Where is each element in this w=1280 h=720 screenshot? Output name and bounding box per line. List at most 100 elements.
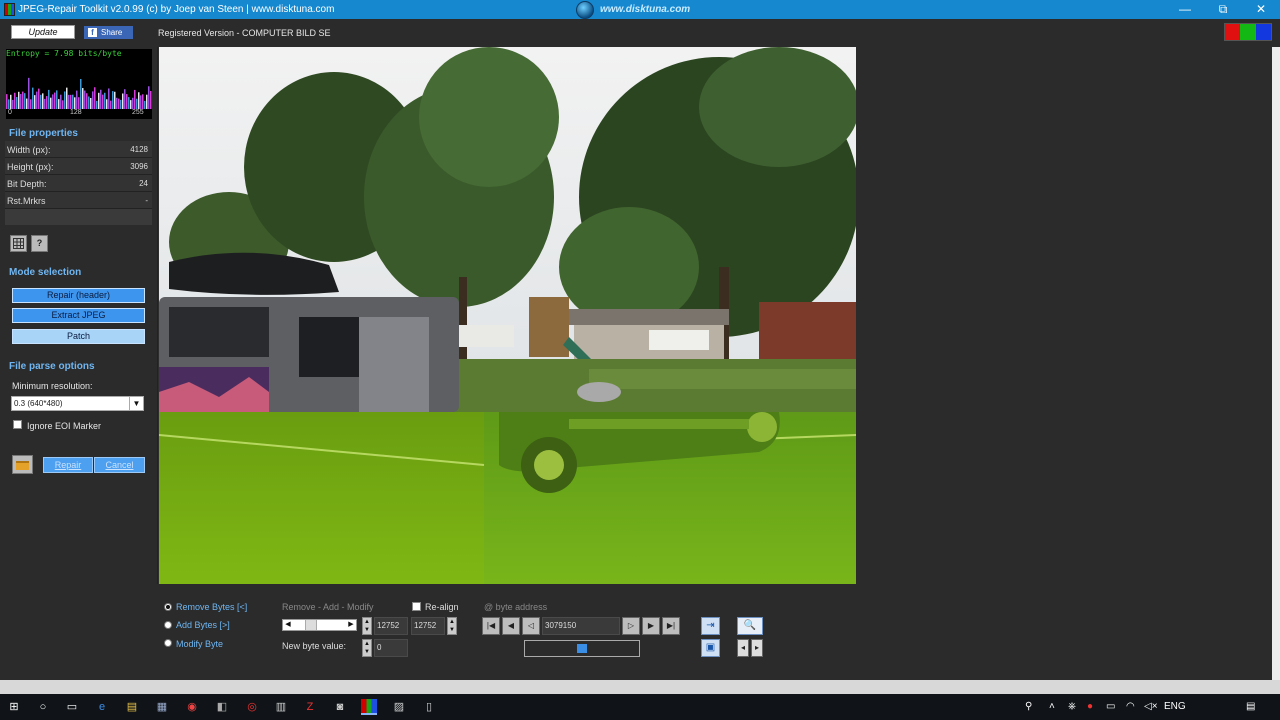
histogram-bar — [56, 90, 58, 109]
disk-icon — [577, 644, 587, 653]
save-icon[interactable]: ▣ — [701, 639, 720, 657]
realign-checkbox[interactable] — [412, 602, 421, 611]
registered-version-text: Registered Version - COMPUTER BILD SE — [158, 28, 331, 38]
tray-record-icon[interactable]: ● — [1087, 701, 1093, 712]
zoom-left-arrow-icon[interactable]: ◂ — [737, 639, 749, 657]
restore-button[interactable]: ⧉ — [1204, 0, 1242, 19]
globe-icon — [576, 0, 594, 19]
jpeg-preview-image[interactable] — [159, 47, 856, 584]
byte-address-label: @ byte address — [484, 602, 548, 612]
app-icon-1[interactable]: ▦ — [154, 699, 170, 715]
volume-icon[interactable]: ◁× — [1144, 701, 1158, 712]
edge-icon[interactable]: e — [94, 699, 110, 715]
app-icon-2[interactable]: ◧ — [214, 699, 230, 715]
prev-byte-button[interactable]: ◁ — [522, 617, 540, 635]
zoom-icon[interactable]: 🔍 — [737, 617, 763, 635]
histogram-bar — [14, 92, 16, 109]
battery-icon[interactable]: ▭ — [1106, 701, 1115, 712]
modify-byte-label[interactable]: Modify Byte — [176, 639, 223, 649]
export-button[interactable]: ⇥ — [701, 617, 720, 635]
histogram-bar — [50, 97, 52, 109]
prev-block-button[interactable]: ◀ — [502, 617, 520, 635]
tray-chevron-icon[interactable]: ˄ — [1049, 701, 1055, 712]
jpeg-repair-taskbar-icon[interactable] — [361, 699, 377, 715]
histogram-ticks: 0 128 255 — [6, 109, 152, 119]
cancel-button[interactable]: Cancel — [94, 457, 145, 473]
slider-left-arrow-icon[interactable]: ◀ — [283, 620, 293, 630]
recorder-icon[interactable]: ◎ — [244, 699, 260, 715]
file-parse-options-header: File parse options — [9, 361, 95, 372]
prop-key: Bit Depth: — [7, 179, 47, 189]
grid-icon — [13, 238, 24, 249]
histogram-bar — [16, 97, 18, 109]
file-explorer-icon[interactable]: ▤ — [124, 699, 140, 715]
repair-button[interactable]: Repair — [43, 457, 93, 473]
image-preview-area — [157, 47, 1273, 584]
histogram-bar — [92, 91, 94, 109]
facebook-icon: f — [88, 28, 97, 37]
extract-jpeg-mode-button[interactable]: Extract JPEG — [12, 308, 145, 323]
search-icon[interactable]: ○ — [35, 699, 51, 715]
histogram-bar — [44, 98, 46, 109]
first-block-button[interactable]: |◀ — [482, 617, 500, 635]
remove-bytes-radio[interactable] — [164, 603, 172, 611]
slider-thumb[interactable] — [305, 620, 317, 630]
new-byte-value-field[interactable]: 0 — [374, 639, 408, 657]
histogram-bar — [128, 97, 130, 109]
add-bytes-label[interactable]: Add Bytes [>] — [176, 620, 230, 630]
next-byte-button[interactable]: ▷ — [622, 617, 640, 635]
minimize-button[interactable]: — — [1166, 0, 1204, 19]
document-icon[interactable]: ▯ — [421, 699, 437, 715]
tick-255: 255 — [132, 109, 144, 116]
byte-count-slider[interactable]: ◀ ▶ — [282, 619, 357, 631]
notifications-icon[interactable]: ▤ — [1246, 701, 1255, 712]
min-resolution-select[interactable]: 0.3 (640*480) ▼ — [11, 396, 144, 411]
chevron-down-icon: ▼ — [129, 397, 143, 410]
vertical-scrollbar[interactable] — [1272, 47, 1280, 680]
value2-stepper[interactable]: ▲ ▼ — [447, 617, 457, 635]
language-indicator[interactable]: ENG — [1164, 701, 1186, 712]
value1-field[interactable]: 12752 — [374, 617, 408, 635]
network-icon[interactable]: ◠ — [1126, 701, 1135, 712]
ignore-eoi-checkbox[interactable] — [13, 420, 22, 429]
histogram-bar — [84, 90, 86, 109]
task-view-icon[interactable]: ▭ — [64, 699, 80, 715]
chrome-icon[interactable]: ◉ — [184, 699, 200, 715]
new-byte-stepper[interactable]: ▲ ▼ — [362, 639, 372, 657]
histogram-bar — [112, 91, 114, 109]
modify-byte-radio[interactable] — [164, 639, 172, 647]
next-block-button[interactable]: ▶ — [642, 617, 660, 635]
mode-selection-header: Mode selection — [9, 267, 82, 278]
histogram-bar — [64, 91, 66, 109]
facebook-share-button[interactable]: f Share — [84, 26, 133, 39]
tray-app-icon[interactable]: ⎈ — [1068, 701, 1076, 712]
app-icon-3[interactable]: ▨ — [391, 699, 407, 715]
zoom-right-arrow-icon[interactable]: ▸ — [751, 639, 763, 657]
update-button[interactable]: Update — [11, 25, 75, 39]
camera-icon[interactable]: ◙ — [332, 699, 348, 715]
help-button[interactable]: ? — [31, 235, 48, 252]
add-bytes-radio[interactable] — [164, 621, 172, 629]
remove-bytes-label[interactable]: Remove Bytes [<] — [176, 602, 247, 612]
notepad-icon[interactable]: ▥ — [273, 699, 289, 715]
start-icon[interactable]: ⊞ — [6, 699, 22, 715]
people-icon[interactable]: ⚲ — [1025, 701, 1032, 712]
grid-view-button[interactable] — [10, 235, 27, 252]
close-button[interactable]: ✕ — [1242, 0, 1280, 19]
open-file-button[interactable] — [12, 455, 33, 474]
value2-field[interactable]: 12752 — [411, 617, 445, 635]
byte-address-field[interactable]: 3079150 — [542, 617, 620, 635]
app-icon — [4, 3, 15, 16]
histogram-bar — [100, 89, 102, 109]
patch-mode-button[interactable]: Patch — [12, 329, 145, 344]
repair-header-mode-button[interactable]: Repair (header) — [12, 288, 145, 303]
last-block-button[interactable]: ▶| — [662, 617, 680, 635]
slider-right-arrow-icon[interactable]: ▶ — [346, 620, 356, 630]
rgb-channels-icon[interactable] — [1224, 23, 1272, 41]
histogram-bar — [10, 94, 12, 109]
value1-stepper[interactable]: ▲ ▼ — [362, 617, 372, 635]
histogram-bar — [110, 100, 112, 109]
histogram-bar — [122, 93, 124, 109]
histogram-bar — [26, 98, 28, 109]
filezilla-icon[interactable]: Z — [302, 699, 318, 715]
